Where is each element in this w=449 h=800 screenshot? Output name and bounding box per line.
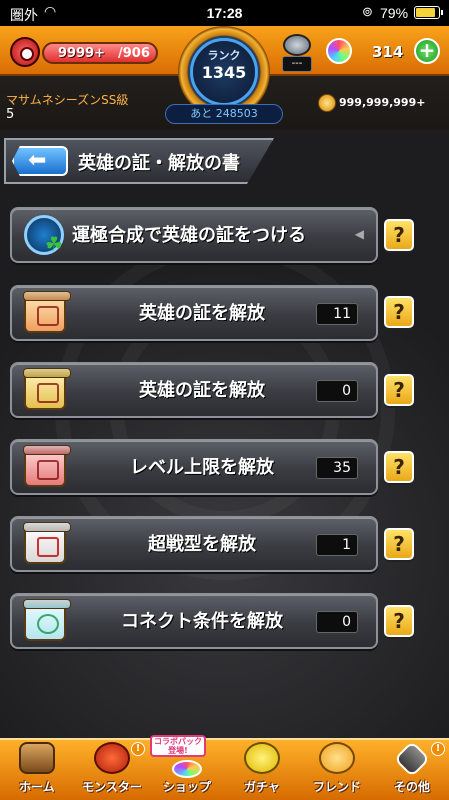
- collab-pack-banner[interactable]: コラボパック登場!: [150, 735, 206, 757]
- page-title: 英雄の証・解放の書: [78, 153, 240, 174]
- nav-monster-label: モンスター: [82, 780, 142, 794]
- nav-gacha-label: ガチャ: [244, 780, 280, 794]
- menu-row-unlock-level-cap[interactable]: レベル上限を解放 35: [10, 439, 378, 495]
- nav-home[interactable]: ホーム: [0, 740, 74, 800]
- back-button[interactable]: [12, 146, 68, 176]
- bomb-icon[interactable]: [283, 34, 311, 56]
- rainbow-orb-icon: [172, 760, 202, 778]
- scroll-pink-icon: [24, 445, 68, 489]
- caret-left-icon: ◀: [354, 227, 364, 241]
- nav-other[interactable]: その他 !: [375, 740, 449, 800]
- item-count: 1: [316, 534, 358, 556]
- scroll-white-icon: [24, 522, 68, 566]
- nav-monster[interactable]: モンスター !: [75, 740, 149, 800]
- menu-row-unlock-super-battle-type[interactable]: 超戦型を解放 1: [10, 516, 378, 572]
- help-button[interactable]: ?: [384, 219, 414, 251]
- scroll-gold-icon: [24, 368, 68, 412]
- rank-title: マサムネシーズンSS級: [6, 93, 129, 107]
- item-count: 0: [316, 611, 358, 633]
- battery-percent: 79%: [380, 5, 409, 21]
- item-count: 35: [316, 457, 358, 479]
- status-bar: 圏外 ◠ 17:28 ⊚ 79%: [0, 0, 449, 26]
- menu-row-label: 英雄の証を解放: [139, 303, 265, 324]
- nav-friend-label: フレンド: [312, 780, 361, 794]
- nav-other-label: その他: [393, 780, 430, 794]
- rank-title-number: 5: [6, 107, 15, 122]
- orb-count: 314: [372, 43, 404, 61]
- menu-row-label: コネクト条件を解放: [121, 611, 283, 632]
- next-rank-exp: あと 248503: [165, 104, 283, 124]
- menu-row-label: 運極合成で英雄の証をつける: [72, 225, 306, 246]
- scroll-red-icon: [24, 291, 68, 335]
- home-icon: [19, 742, 55, 774]
- item-count: 11: [316, 303, 358, 325]
- nav-home-label: ホーム: [19, 780, 55, 794]
- rotation-lock-icon: ⊚: [362, 4, 373, 19]
- notification-badge: !: [131, 742, 145, 756]
- menu-row-unlock-hero-proof-red[interactable]: 英雄の証を解放 11: [10, 285, 378, 341]
- scroll-teal-icon: [24, 599, 68, 643]
- help-button[interactable]: ?: [384, 374, 414, 406]
- menu-row-attach-hero-proof[interactable]: 運極合成で英雄の証をつける ◀: [10, 207, 378, 263]
- item-count: 0: [316, 380, 358, 402]
- gacha-icon: [244, 742, 280, 774]
- menu-row-unlock-hero-proof-gold[interactable]: 英雄の証を解放 0: [10, 362, 378, 418]
- rank-value: 1345: [201, 63, 247, 82]
- notification-badge: !: [431, 742, 445, 756]
- stamina-value: 9999+: [58, 46, 106, 61]
- help-button[interactable]: ?: [384, 528, 414, 560]
- bomb-status: ---: [282, 56, 312, 72]
- other-icon: [393, 740, 431, 778]
- nav-shop-label: ショップ: [162, 780, 211, 794]
- nav-friend[interactable]: フレンド: [300, 740, 374, 800]
- monster-icon: [94, 742, 130, 774]
- stamina-max: /906: [118, 46, 150, 61]
- help-button[interactable]: ?: [384, 296, 414, 328]
- buy-orb-button[interactable]: +: [414, 38, 440, 64]
- friend-icon: [319, 742, 355, 774]
- help-button[interactable]: ?: [384, 605, 414, 637]
- battery-level-fill: [416, 8, 435, 17]
- menu-row-label: 超戦型を解放: [148, 534, 256, 555]
- shield-clover-icon: [24, 213, 68, 257]
- nav-gacha[interactable]: ガチャ: [225, 740, 299, 800]
- gold-coin-icon: [318, 94, 336, 112]
- rank-label: ランク: [207, 49, 241, 62]
- battery-charging-icon: [414, 6, 443, 19]
- gold-value: 999,999,999+: [339, 96, 426, 109]
- menu-row-label: 英雄の証を解放: [139, 380, 265, 401]
- menu-row-unlock-connect-condition[interactable]: コネクト条件を解放 0: [10, 593, 378, 649]
- stamina-icon: [10, 37, 40, 67]
- help-button[interactable]: ?: [384, 451, 414, 483]
- menu-row-label: レベル上限を解放: [130, 457, 274, 478]
- orb-icon[interactable]: [326, 38, 352, 64]
